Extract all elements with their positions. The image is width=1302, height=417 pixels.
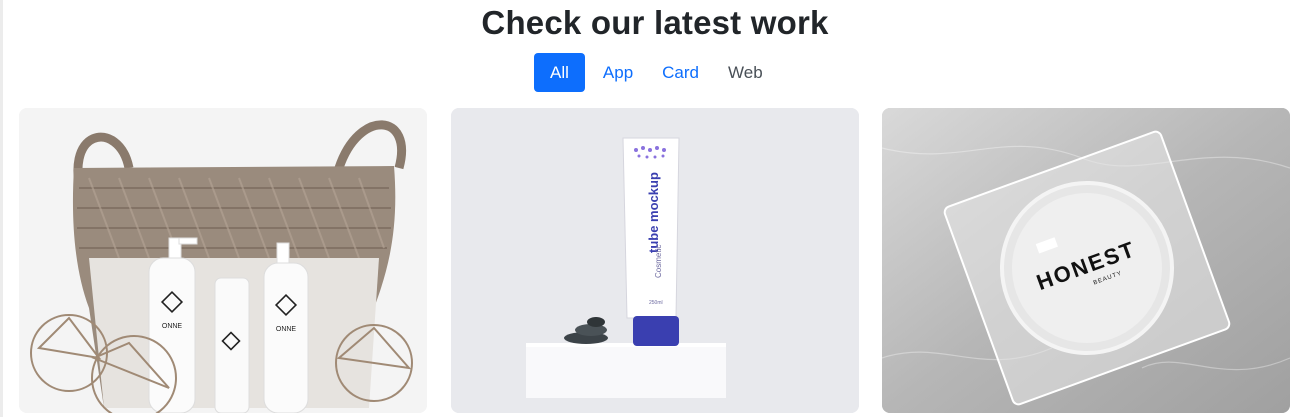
filter-all[interactable]: All (534, 53, 585, 92)
filter-card[interactable]: Card (650, 53, 711, 92)
tube-volume: 250ml (649, 300, 663, 306)
portfolio-item-compact[interactable]: HONEST BEAUTY (882, 108, 1290, 413)
tube-product-image: tube mockup Cosmetic 250ml (451, 108, 859, 413)
bottle-brand-label: ONNE (162, 323, 183, 330)
tube-title: tube mockup (646, 172, 661, 253)
compact-product-image: HONEST BEAUTY (882, 108, 1290, 413)
portfolio-item-tube[interactable]: tube mockup Cosmetic 250ml (451, 108, 859, 413)
bottle-brand-label: ONNE (276, 326, 297, 333)
basket-product-image: ONNE ONNE (19, 108, 427, 413)
filter-app[interactable]: App (591, 53, 645, 92)
portfolio-filters: All App Card Web (534, 53, 780, 92)
page-left-border (0, 0, 3, 417)
tube-subtitle: Cosmetic (654, 245, 663, 278)
section-title: Check our latest work (481, 4, 829, 41)
portfolio-item-basket[interactable]: ONNE ONNE (19, 108, 427, 413)
filter-web[interactable]: Web (716, 53, 775, 92)
